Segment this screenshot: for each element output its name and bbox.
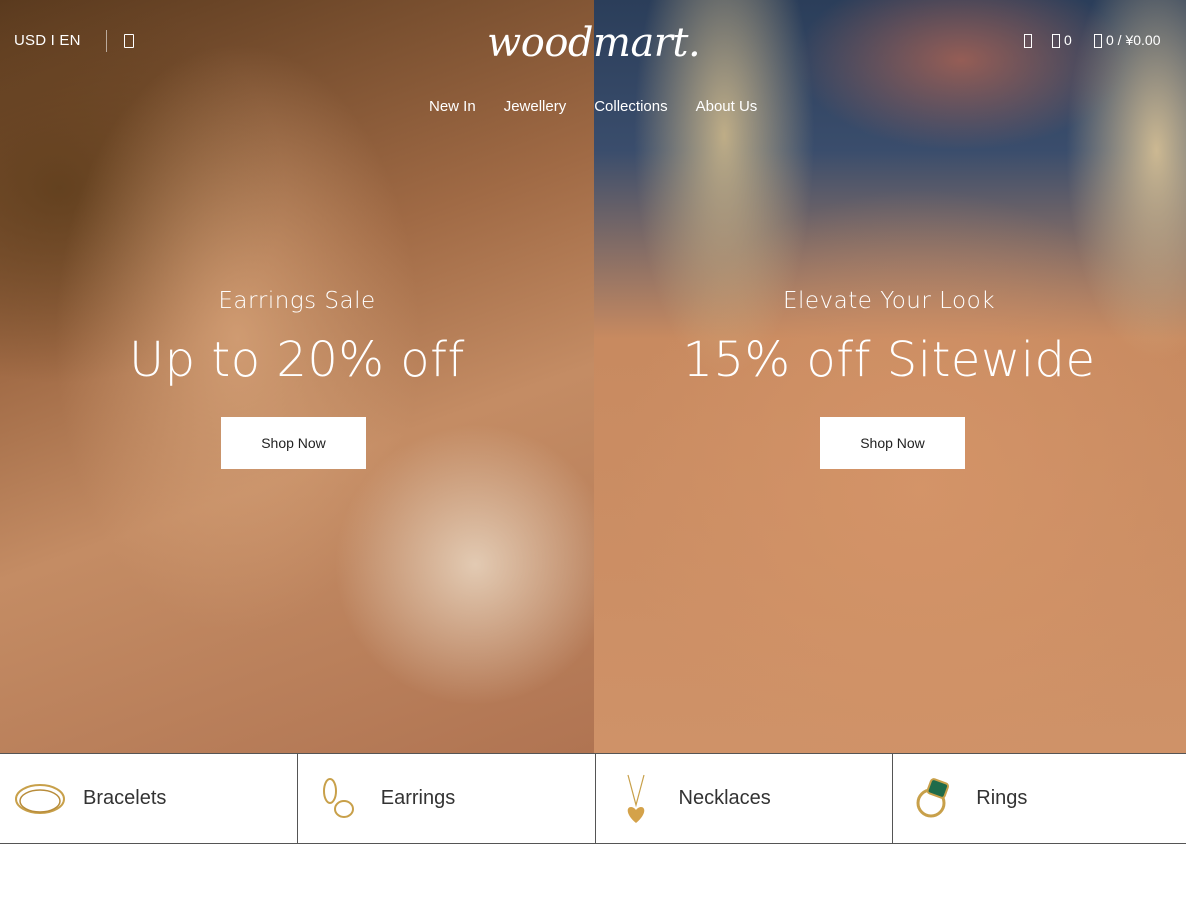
category-label: Bracelets [83, 787, 167, 809]
hero-left-subtitle: Earrings Sale [218, 288, 376, 314]
hero-left-title: Up to 20% off [129, 332, 465, 388]
search-icon[interactable] [124, 34, 134, 48]
shop-now-sitewide-button[interactable]: Shop Now [820, 417, 965, 469]
category-rings[interactable]: Rings [893, 754, 1186, 843]
ring-icon [916, 777, 950, 817]
hero-right-banner: Elevate Your Look 15% off Sitewide [594, 288, 1186, 388]
compare-count: 0 [1064, 32, 1072, 48]
cart-total[interactable]: 0 / ¥0.00 [1106, 32, 1161, 48]
hero-left-banner: Earrings Sale Up to 20% off [0, 288, 594, 388]
hero-right-subtitle: Elevate Your Look [782, 288, 996, 314]
category-strip: Bracelets Earrings Necklaces Rings [0, 753, 1186, 844]
nav-collections[interactable]: Collections [594, 98, 667, 115]
nav-new-in[interactable]: New In [429, 98, 476, 115]
wishlist-icon[interactable] [1024, 34, 1032, 48]
category-label: Earrings [380, 787, 456, 809]
cart-icon[interactable] [1094, 34, 1102, 48]
category-earrings[interactable]: Earrings [298, 754, 596, 843]
earrings-icon [322, 777, 354, 818]
nav-jewellery[interactable]: Jewellery [504, 98, 567, 115]
site-header: USD I EN woodmart. New In Jewellery Coll… [0, 0, 1186, 115]
main-nav: New In Jewellery Collections About Us [429, 98, 757, 115]
category-bracelets[interactable]: Bracelets [0, 754, 298, 843]
currency-language-switcher[interactable]: USD I EN [14, 32, 81, 49]
compare-icon[interactable] [1052, 34, 1060, 48]
shop-now-earrings-button[interactable]: Shop Now [221, 417, 366, 469]
nav-about-us[interactable]: About Us [696, 98, 758, 115]
category-label: Necklaces [678, 787, 771, 809]
hero-right-title: 15% off Sitewide [682, 332, 1096, 388]
category-necklaces[interactable]: Necklaces [596, 754, 894, 843]
site-logo[interactable]: woodmart. [487, 20, 701, 66]
necklace-icon [626, 774, 645, 823]
category-label: Rings [976, 787, 1028, 809]
header-divider [106, 30, 107, 52]
bracelet-icon [15, 783, 65, 814]
